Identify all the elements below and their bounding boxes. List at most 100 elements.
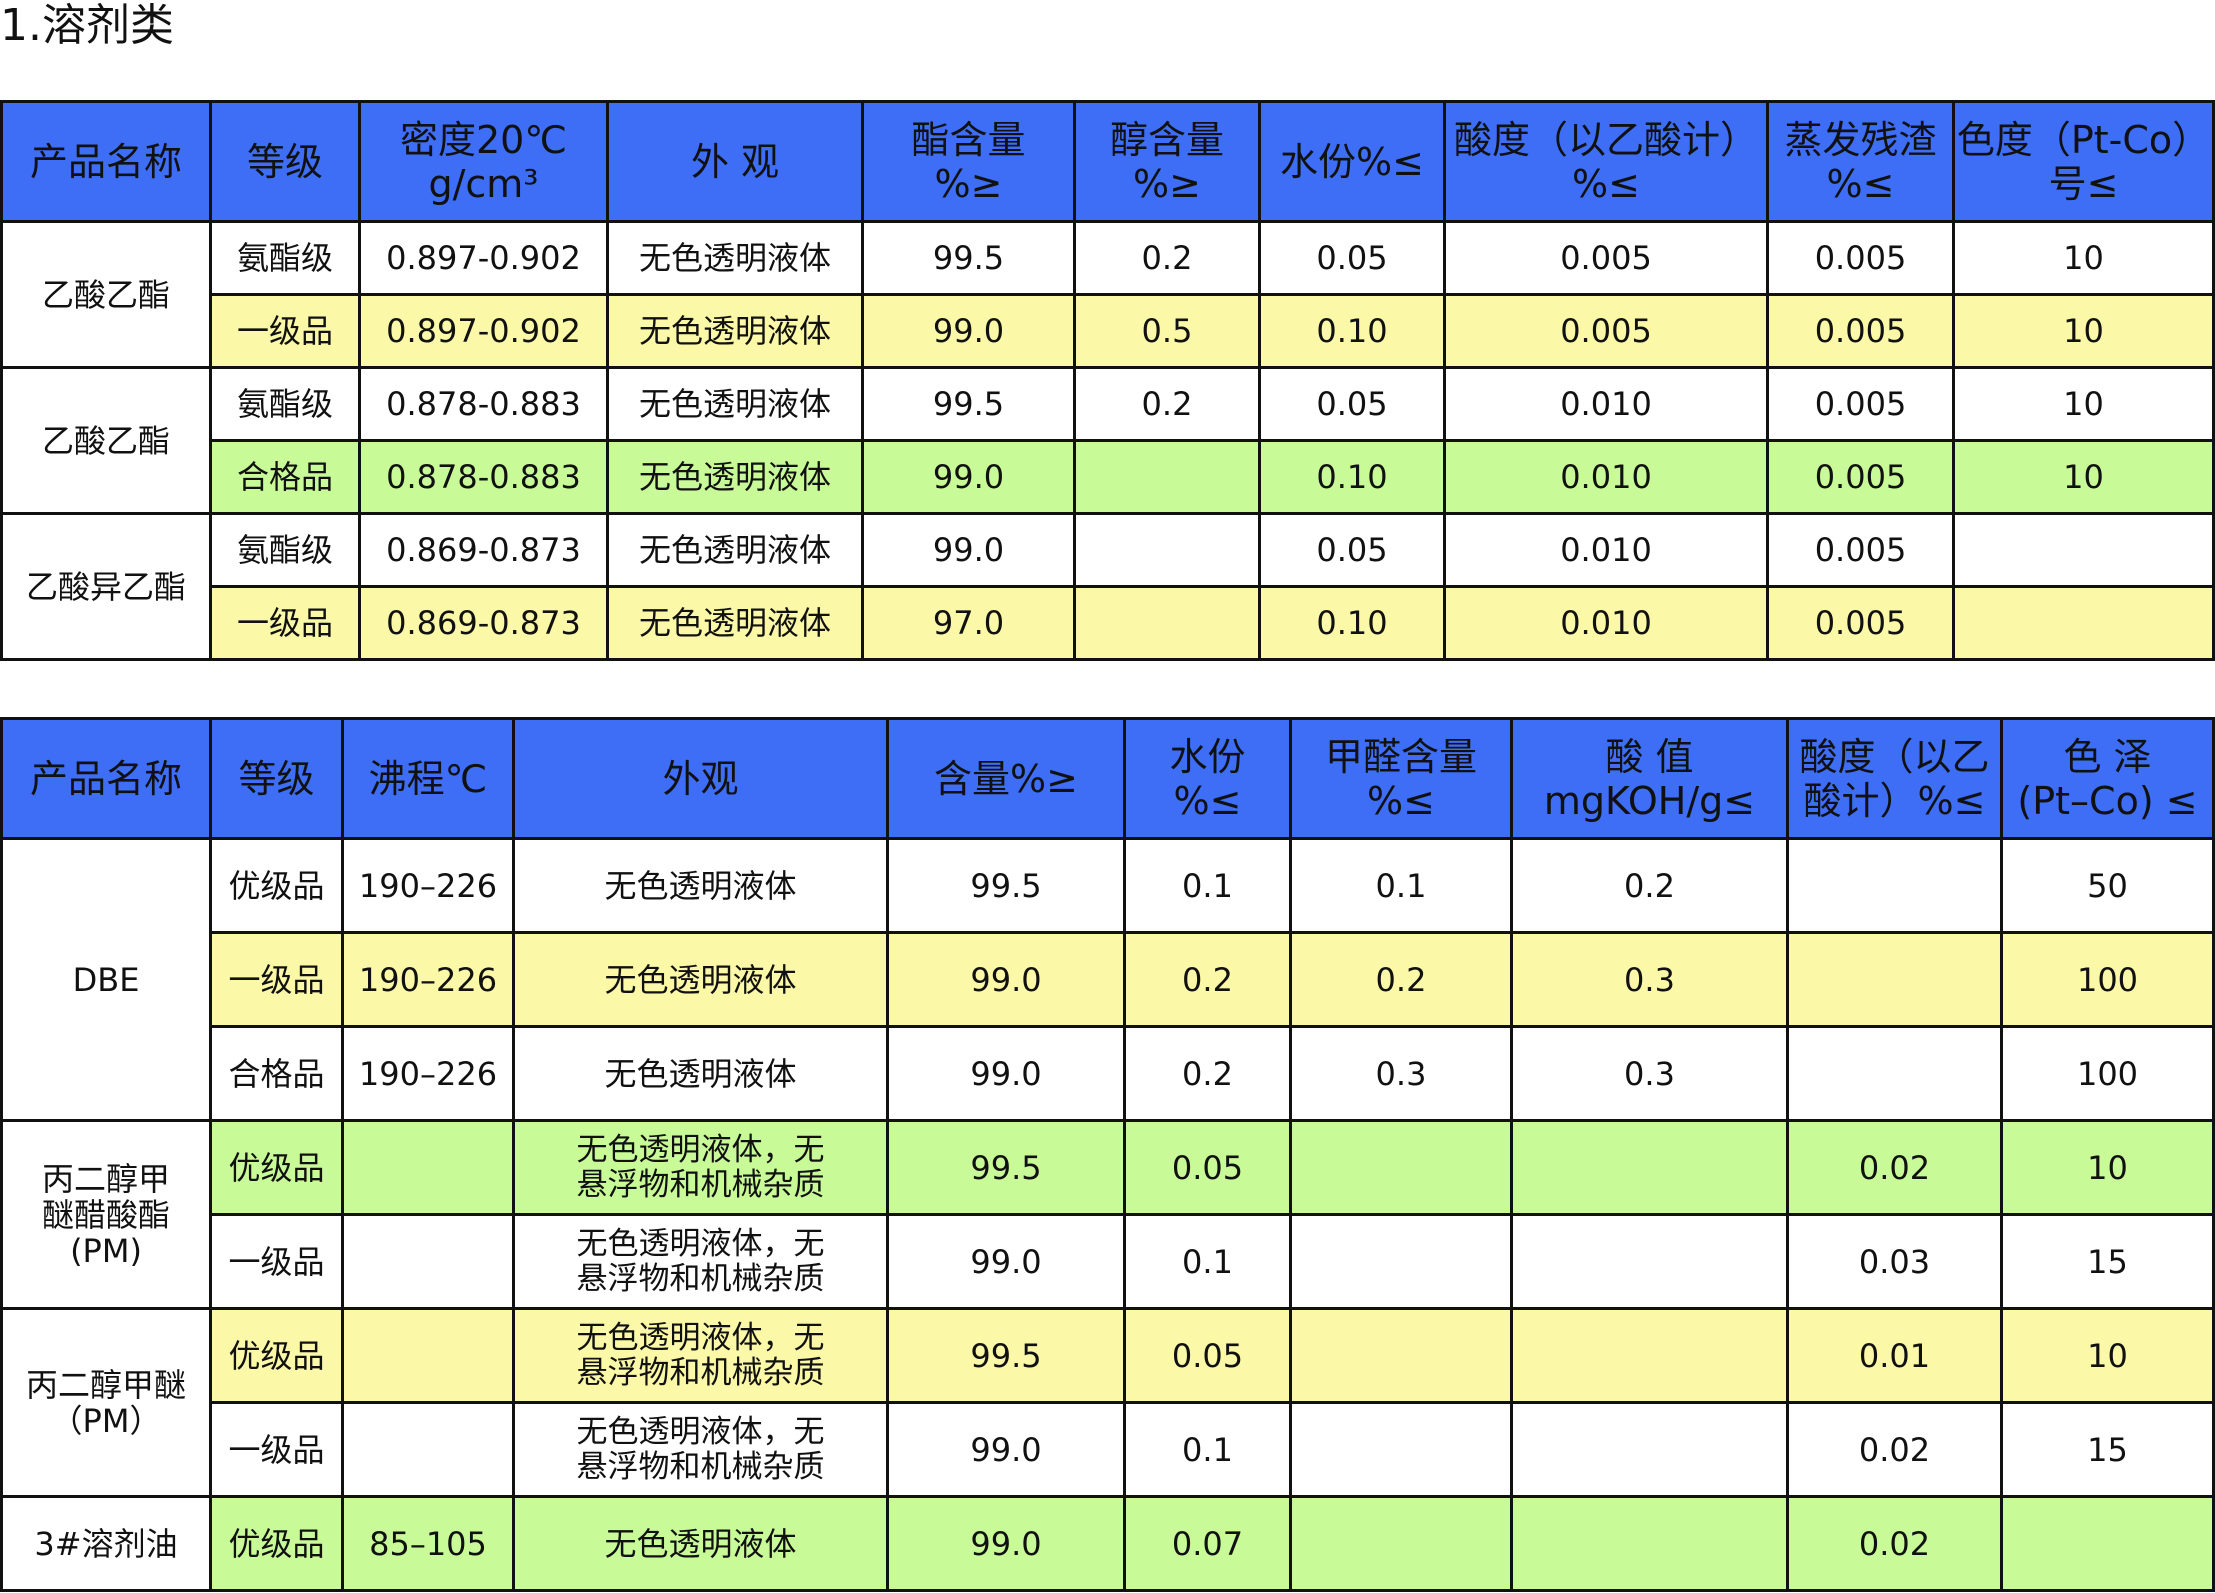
table-cell (1510, 1213, 1789, 1310)
table-cell: 0.10 (1258, 439, 1446, 515)
grade-cell: 氨酯级 (209, 366, 361, 442)
table-cell: 0.2 (1073, 366, 1261, 442)
table-cell (1289, 1495, 1513, 1592)
column-header: 甲醛含量 %≤ (1289, 717, 1513, 840)
column-header: 产品名称 (0, 717, 212, 840)
table-row: DBE 优级品 190–226 无色透明液体 99.5 0.1 0.1 0.2 50 (0, 837, 2215, 1122)
table-header-row: 产品名称 等级 沸程℃ 外观 含量%≥ 水份 %≤ 甲醛含量 %≤ 酸 值 mgKOH/g≤ 酸度（以… (0, 717, 2215, 840)
table-cell: 15 (2000, 1401, 2215, 1498)
table-cell: 99.0 (886, 1495, 1126, 1592)
product-name-cell: 乙酸异乙酯 (0, 512, 212, 661)
table-cell: 0.1 (1289, 837, 1513, 934)
table-cell: 0.3 (1510, 1025, 1789, 1122)
table-cell: 无色透明液体 (606, 585, 864, 661)
table-cell: 无色透明液体 (606, 366, 864, 442)
table-cell: 0.10 (1258, 585, 1446, 661)
table-cell: 无色透明液体 (512, 837, 889, 934)
table-cell (1289, 1307, 1513, 1404)
table-cell (1786, 1025, 2003, 1122)
table-cell: 190–226 (341, 1025, 515, 1122)
table-cell (1952, 512, 2215, 588)
table-cell: 99.5 (886, 837, 1126, 934)
grade-cell: 氨酯级 (209, 220, 361, 296)
grade-cell: 一级品 (209, 931, 344, 1028)
table-cell: 无色透明液体 (606, 512, 864, 588)
table-cell: 0.869-0.873 (358, 585, 609, 661)
table-cell: 190–226 (341, 931, 515, 1028)
column-header: 醇含量 %≥ (1073, 100, 1261, 223)
table-cell: 0.869-0.873 (358, 512, 609, 588)
table-cell: 无色透明液体，无 悬浮物和机械杂质 (512, 1119, 889, 1216)
table-row: 一级品 0.869-0.873 无色透明液体 97.0 0.10 0.010 0.005 (2, 585, 2215, 661)
table-cell: 无色透明液体 (512, 931, 889, 1028)
table-cell: 10 (1952, 293, 2215, 369)
table-cell: 0.05 (1258, 220, 1446, 296)
table-cell: 0.005 (1766, 512, 1955, 588)
table-cell (1289, 1213, 1513, 1310)
column-header: 水份%≤ (1258, 100, 1446, 223)
column-header: 等级 (209, 717, 344, 840)
table-cell: 0.005 (1766, 439, 1955, 515)
product-name-cell: 3#溶剂油 (0, 1495, 212, 1592)
product-name-cell: 丙二醇甲醚 （PM） (0, 1307, 212, 1498)
table-row: 合格品 0.878-0.883 无色透明液体 99.0 0.10 0.010 0.005 10 (2, 439, 2215, 515)
column-header: 酯含量 %≥ (861, 100, 1076, 223)
table-cell: 15 (2000, 1213, 2215, 1310)
table-cell (1510, 1307, 1789, 1404)
table-cell: 99.5 (861, 366, 1076, 442)
table-cell: 190–226 (341, 837, 515, 934)
table-cell: 0.010 (1443, 439, 1769, 515)
table-cell (341, 1307, 515, 1404)
section-title: 1.溶剂类 (0, 0, 174, 51)
table-cell: 97.0 (861, 585, 1076, 661)
column-header: 酸 值 mgKOH/g≤ (1510, 717, 1789, 840)
table-cell: 0.1 (1123, 1213, 1292, 1310)
product-name-cell: 乙酸乙酯 (0, 220, 212, 369)
table-cell: 0.01 (1786, 1307, 2003, 1404)
grade-cell: 一级品 (209, 585, 361, 661)
table-cell (1510, 1119, 1789, 1216)
table-cell: 100 (2000, 1025, 2215, 1122)
table-cell: 0.2 (1510, 837, 1789, 934)
column-header: 密度20℃ g/cm³ (358, 100, 609, 223)
table-cell: 0.2 (1073, 220, 1261, 296)
column-header: 水份%≤ (1123, 717, 1292, 840)
table-row: 乙酸异乙酯 氨酯级 0.869-0.873 无色透明液体 99.0 0.05 0.010 0.… (0, 512, 2215, 661)
table-cell: 0.005 (1766, 293, 1955, 369)
table-cell: 10 (1952, 220, 2215, 296)
table-cell: 0.005 (1766, 220, 1955, 296)
table-header-row: 产品名称 等级 密度20℃ g/cm³ 外 观酯含量 %≥ 醇含量 %≥ 水份%≤ 酸度（以乙酸计… (0, 100, 2215, 223)
column-header: 蒸发残渣 %≤ (1766, 100, 1955, 223)
grade-cell: 一级品 (209, 1401, 344, 1498)
grade-cell: 合格品 (209, 439, 361, 515)
grade-cell: 合格品 (209, 1025, 344, 1122)
table-cell: 0.05 (1258, 366, 1446, 442)
table-cell: 0.010 (1443, 585, 1769, 661)
table-cell: 99.5 (861, 220, 1076, 296)
table-cell (341, 1213, 515, 1310)
product-name-cell: 乙酸乙酯 (0, 366, 212, 515)
table-cell: 10 (2000, 1307, 2215, 1404)
table-cell (1786, 837, 2003, 934)
table-cell: 0.2 (1123, 931, 1292, 1028)
table-cell: 无色透明液体 (606, 220, 864, 296)
table-cell: 0.5 (1073, 293, 1261, 369)
table-cell: 0.878-0.883 (358, 366, 609, 442)
solvent-spec-table-2: 产品名称 等级 沸程℃ 外观 含量%≥ 水份 %≤ 甲醛含量 %≤ 酸 值 mgKOH/g≤ 酸度（以… (0, 717, 2215, 1592)
table-row: 合格品 190–226 无色透明液体 99.0 0.2 0.3 0.3 100 (2, 1025, 2215, 1122)
table-row: 乙酸乙酯 氨酯级 0.897-0.902 无色透明液体 99.5 0.2 0.05 0.005… (0, 220, 2215, 369)
table-cell (1289, 1119, 1513, 1216)
table-cell: 0.1 (1123, 1401, 1292, 1498)
table-cell: 0.897-0.902 (358, 220, 609, 296)
table-cell: 无色透明液体，无 悬浮物和机械杂质 (512, 1307, 889, 1404)
table-cell: 无色透明液体，无 悬浮物和机械杂质 (512, 1213, 889, 1310)
table-cell (1510, 1495, 1789, 1592)
table-cell: 99.0 (861, 293, 1076, 369)
table-cell (1786, 931, 2003, 1028)
column-header: 色 泽 (Pt–Co) ≤ (2000, 717, 2215, 840)
table-cell: 0.010 (1443, 366, 1769, 442)
column-header: 外观 (512, 717, 889, 840)
table-cell: 0.3 (1289, 1025, 1513, 1122)
table-cell: 50 (2000, 837, 2215, 934)
table-row: 一级品 无色透明液体，无 悬浮物和机械杂质 99.0 0.1 0.02 15 (2, 1401, 2215, 1498)
